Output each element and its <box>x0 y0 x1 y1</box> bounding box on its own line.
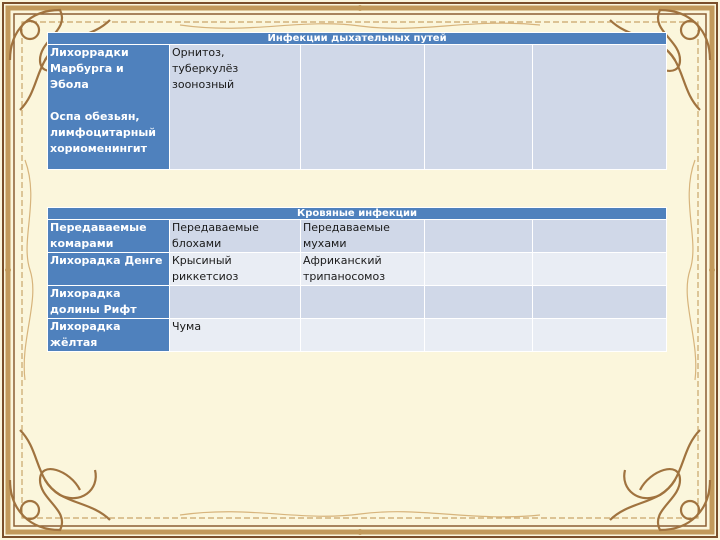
table-cell: Чума <box>169 318 301 352</box>
table-cell: Передаваемые блохами <box>169 219 301 253</box>
table-cell: Крысиный риккетсиоз <box>169 252 301 286</box>
table-row: Лихорадка Денге Крысиный риккетсиоз Афри… <box>47 252 668 286</box>
table-cell: Африканский трипаносомоз <box>300 252 425 286</box>
table-row: Лихорадка жёлтая Чума <box>47 318 668 352</box>
row-header-cell: Лихорадка долины Рифт <box>47 285 170 319</box>
table-cell <box>424 44 533 170</box>
table-cell <box>300 285 425 319</box>
table-title: Инфекции дыхательных путей <box>46 32 668 45</box>
table-cell: Передаваемые мухами <box>300 219 425 253</box>
table-row: Лихорадка долины Рифт <box>47 285 668 319</box>
table-cell <box>424 252 533 286</box>
table-row: Лихоррадки Марбурга и Эбола Оспа обезьян… <box>47 44 668 170</box>
table-cell <box>300 44 425 170</box>
row-header-cell: Передаваемые комарами <box>47 219 170 253</box>
row-header-cell: Лихорадка жёлтая <box>47 318 170 352</box>
table-cell <box>531 252 668 286</box>
table-cell <box>531 318 668 352</box>
row-header-cell: Лихоррадки Марбурга и Эбола Оспа обезьян… <box>47 44 170 170</box>
row-header-cell: Лихорадка Денге <box>47 252 170 286</box>
table-title: Кровяные инфекции <box>46 207 668 220</box>
table-row: Передаваемые комарами Передаваемые блоха… <box>47 219 668 253</box>
slide: Инфекции дыхательных путей Лихоррадки Ма… <box>0 0 720 540</box>
table-cell <box>300 318 425 352</box>
table-cell: Орнитоз, туберкулёз зоонозный <box>169 44 301 170</box>
table-cell <box>169 285 301 319</box>
table-cell <box>424 285 533 319</box>
table-cell <box>531 219 668 253</box>
respiratory-infections-table: Инфекции дыхательных путей Лихоррадки Ма… <box>46 32 668 170</box>
table-cell <box>531 44 668 170</box>
table-cell <box>424 219 533 253</box>
table-cell <box>424 318 533 352</box>
table-cell <box>531 285 668 319</box>
blood-infections-table: Кровяные инфекции Передаваемые комарами … <box>46 207 668 352</box>
